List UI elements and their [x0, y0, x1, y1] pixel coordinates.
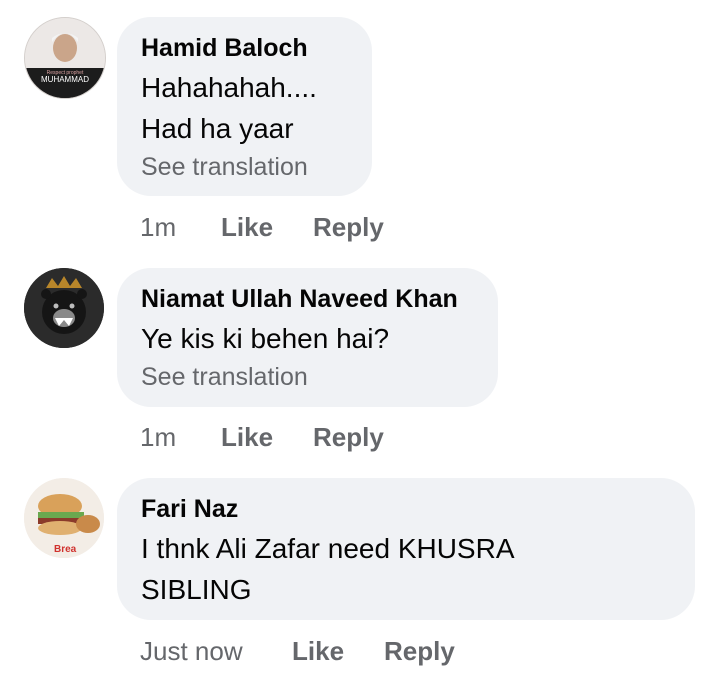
avatar-text: MUHAMMAD: [41, 75, 89, 84]
comment-author[interactable]: Hamid Baloch: [141, 33, 348, 63]
comment-timestamp: 1m: [140, 422, 177, 452]
reply-button[interactable]: Reply: [313, 422, 384, 452]
see-translation-link[interactable]: See translation: [141, 149, 348, 185]
food-burger-avatar-icon: Brea: [24, 478, 104, 558]
like-button[interactable]: Like: [221, 212, 273, 242]
avatar[interactable]: Brea: [24, 478, 104, 558]
avatar[interactable]: [24, 268, 104, 348]
comment-text-line: SIBLING: [141, 574, 252, 605]
reply-button[interactable]: Reply: [384, 636, 455, 666]
comment-author[interactable]: Niamat Ullah Naveed Khan: [141, 284, 474, 314]
comment-bubble[interactable]: Fari Naz I thnk Ali Zafar need KHUSRA SI…: [117, 478, 695, 620]
avatar-text: Brea: [54, 544, 77, 555]
like-button[interactable]: Like: [221, 422, 273, 452]
comment-text-line: Ye kis ki behen hai?: [141, 323, 390, 354]
see-translation-link[interactable]: See translation: [141, 359, 474, 395]
comment-text-line: I thnk Ali Zafar need KHUSRA: [141, 533, 515, 564]
reply-button[interactable]: Reply: [313, 212, 384, 242]
crowned-bear-avatar-icon: [24, 268, 104, 348]
comment-text-line: Hahahahah....: [141, 72, 317, 103]
avatar[interactable]: Respect prophet MUHAMMAD: [24, 17, 106, 99]
comment-author[interactable]: Fari Naz: [141, 494, 671, 524]
like-button[interactable]: Like: [292, 636, 344, 666]
comment-timestamp: Just now: [140, 636, 243, 666]
comment-bubble[interactable]: Niamat Ullah Naveed Khan Ye kis ki behen…: [117, 268, 498, 407]
comment-text-line: Had ha yaar: [141, 113, 294, 144]
comment-bubble[interactable]: Hamid Baloch Hahahahah.... Had ha yaar S…: [117, 17, 372, 196]
profile-photo-avatar-icon: Respect prophet MUHAMMAD: [25, 18, 105, 98]
comment-timestamp: 1m: [140, 212, 177, 242]
